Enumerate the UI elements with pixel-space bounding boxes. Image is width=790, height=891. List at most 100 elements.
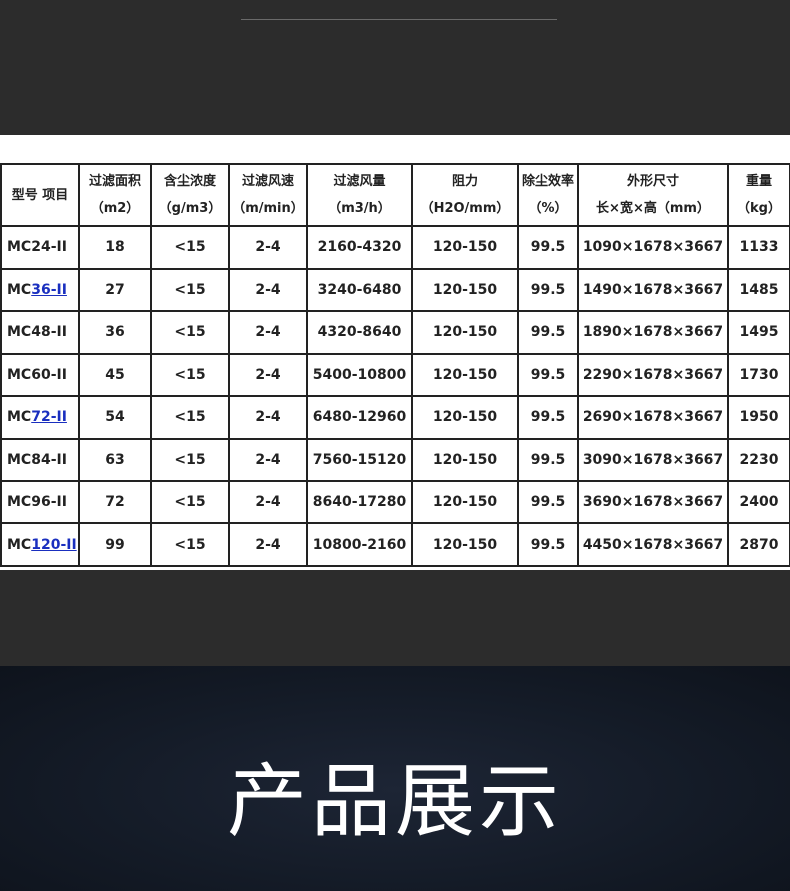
column-header: 含尘浓度 （g/m3） [150, 162, 230, 228]
table-row: MC84-II 63 <15 2-4 7560-15120 120-150 99.5 3090… [0, 437, 790, 482]
model-name: MC84-II [7, 451, 67, 468]
table-cell: 36 [78, 310, 152, 355]
table-row: MC36-II 27 <15 2-4 3240-6480 120-150 99.5 1490×… [0, 267, 790, 313]
table-cell: 1133 [727, 225, 790, 270]
table-cell: 72 [78, 479, 152, 525]
table-cell: 2-4 [228, 522, 308, 567]
column-header-text: （m/min） [232, 201, 304, 217]
column-header: 外形尺寸长×宽×高（mm） [577, 162, 729, 228]
table-cell: 99.5 [517, 225, 579, 270]
column-header-text: （g/m3） [158, 201, 222, 217]
table-cell: 2290×1678×3667 [577, 352, 729, 398]
table-cell: 99.5 [517, 522, 579, 567]
spec-table-panel: 型号 项目 过滤面积 （m2） 含尘浓度 （g/m3） 过滤风速 （m/min） 过滤风量 （m… [0, 135, 790, 570]
table-cell: 120-150 [411, 267, 519, 313]
table-cell: 3090×1678×3667 [577, 437, 729, 482]
table-cell: 120-150 [411, 395, 519, 440]
table-cell: 1950 [727, 395, 790, 440]
table-cell: 120-150 [411, 352, 519, 398]
model-cell: MC60-II [0, 352, 80, 398]
table-cell: 99.5 [517, 352, 579, 398]
table-cell: 120-150 [411, 310, 519, 355]
mid-band [0, 570, 790, 666]
table-cell: <15 [150, 479, 230, 525]
table-cell: 7560-15120 [306, 437, 413, 482]
column-header: 型号 项目 [0, 162, 80, 228]
model-name: MC [7, 409, 32, 426]
table-cell: 2-4 [228, 395, 308, 440]
table-cell: <15 [150, 395, 230, 440]
table-cell: 2-4 [228, 479, 308, 525]
model-cell: MC96-II [0, 479, 80, 525]
table-cell: 3240-6480 [306, 267, 413, 313]
table-cell: 45 [78, 352, 152, 398]
table-cell: 1090×1678×3667 [577, 225, 729, 270]
table-row: MC60-II 45 <15 2-4 5400-10800 120-150 99.5 2290… [0, 352, 790, 398]
model-cell: MC36-II [0, 267, 80, 313]
model-name: MC24-II [7, 239, 67, 256]
model-cell: MC84-II [0, 437, 80, 482]
table-cell: 99.5 [517, 479, 579, 525]
model-link[interactable]: 120-II [31, 537, 76, 553]
table-cell: 2870 [727, 522, 790, 567]
top-band [0, 0, 790, 135]
product-showcase-banner: 产品展示 [0, 666, 790, 891]
column-header-text: 重量 [745, 174, 772, 190]
column-header-text: 过滤面积 [88, 174, 141, 190]
column-header-text: （m2） [90, 201, 140, 217]
divider-line [241, 19, 557, 20]
table-cell: 10800-2160 [306, 522, 413, 567]
column-header-text: 长×宽×高（mm） [596, 201, 710, 217]
section-title: 产品展示 [227, 755, 563, 848]
model-link[interactable]: 36-II [31, 282, 67, 298]
column-header: 除尘效率 （%） [517, 162, 579, 228]
column-header-text: 型号 项目 [11, 187, 69, 203]
table-cell: 54 [78, 395, 152, 440]
table-cell: <15 [150, 267, 230, 313]
table-cell: 4320-8640 [306, 310, 413, 355]
column-header-text: 过滤风量 [333, 174, 386, 190]
table-cell: 99.5 [517, 267, 579, 313]
table-header-row: 型号 项目 过滤面积 （m2） 含尘浓度 （g/m3） 过滤风速 （m/min） 过滤风量 （m… [0, 162, 790, 228]
column-header-text: 外形尺寸 [626, 174, 679, 190]
table-cell: 4450×1678×3667 [577, 522, 729, 567]
table-cell: 1485 [727, 267, 790, 313]
table-cell: 1730 [727, 352, 790, 398]
table-cell: 2230 [727, 437, 790, 482]
table-cell: 5400-10800 [306, 352, 413, 398]
table-cell: 2-4 [228, 437, 308, 482]
table-cell: 99.5 [517, 310, 579, 355]
table-cell: <15 [150, 352, 230, 398]
table-cell: 120-150 [411, 522, 519, 567]
table-cell: 2-4 [228, 267, 308, 313]
column-header-text: （kg） [737, 201, 781, 217]
table-cell: 1890×1678×3667 [577, 310, 729, 355]
column-header: 重量 （kg） [727, 162, 790, 228]
table-cell: 3690×1678×3667 [577, 479, 729, 525]
column-header-text: 含尘浓度 [163, 174, 216, 190]
column-header-text: 过滤风速 [241, 174, 294, 190]
table-cell: <15 [150, 225, 230, 270]
column-header-text: （%） [528, 201, 568, 217]
table-cell: 1490×1678×3667 [577, 267, 729, 313]
model-link[interactable]: 72-II [31, 409, 67, 425]
column-header: 过滤风量 （m3/h） [306, 162, 413, 228]
table-row: MC120-II 99 <15 2-4 10800-2160 120-150 99.5 445… [0, 522, 790, 567]
table-cell: 2-4 [228, 225, 308, 270]
table-cell: 18 [78, 225, 152, 270]
table-cell: 120-150 [411, 479, 519, 525]
table-row: MC48-II 36 <15 2-4 4320-8640 120-150 99.5 1890×… [0, 310, 790, 355]
model-name: MC96-II [7, 494, 67, 511]
table-cell: 1495 [727, 310, 790, 355]
model-cell: MC72-II [0, 395, 80, 440]
model-cell: MC24-II [0, 225, 80, 270]
table-cell: 120-150 [411, 225, 519, 270]
model-name: MC48-II [7, 324, 67, 341]
model-cell: MC48-II [0, 310, 80, 355]
table-cell: 2-4 [228, 352, 308, 398]
column-header-text: 除尘效率 [521, 174, 574, 190]
model-name: MC [7, 281, 32, 298]
model-name: MC [7, 536, 32, 553]
spec-table: 型号 项目 过滤面积 （m2） 含尘浓度 （g/m3） 过滤风速 （m/min） 过滤风量 （m… [0, 162, 790, 567]
column-header-text: （H2O/mm） [420, 201, 510, 217]
